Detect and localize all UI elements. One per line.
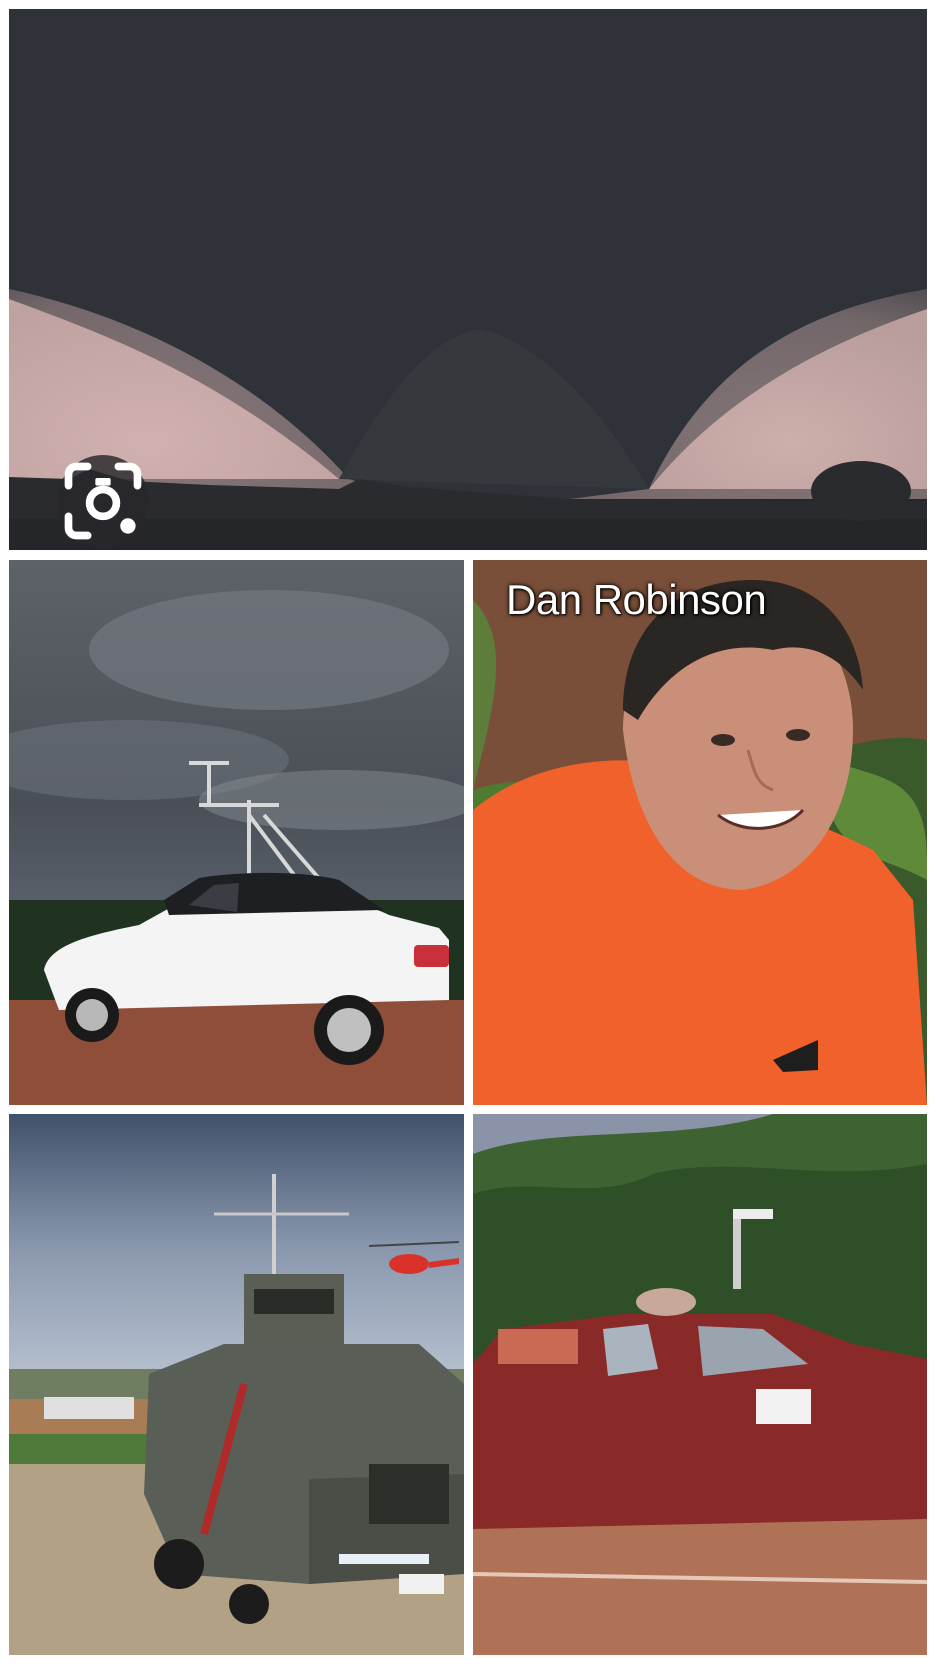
portrait-image	[473, 560, 927, 1105]
intercept-vehicle-image	[9, 1114, 464, 1655]
google-lens-button[interactable]	[57, 455, 149, 547]
google-lens-icon	[64, 462, 142, 540]
white-sedan-photo[interactable]	[9, 560, 464, 1105]
white-sedan-image	[9, 560, 464, 1105]
name-caption: Dan Robinson	[506, 576, 767, 623]
red-armored-car-photo[interactable]	[473, 1114, 927, 1655]
tree-silhouette	[811, 461, 911, 521]
dan-robinson-photo[interactable]: Dan Robinson	[473, 560, 927, 1105]
intercept-vehicle-photo[interactable]	[9, 1114, 464, 1655]
tornado-photo[interactable]	[9, 9, 927, 550]
red-car-image	[473, 1114, 927, 1655]
